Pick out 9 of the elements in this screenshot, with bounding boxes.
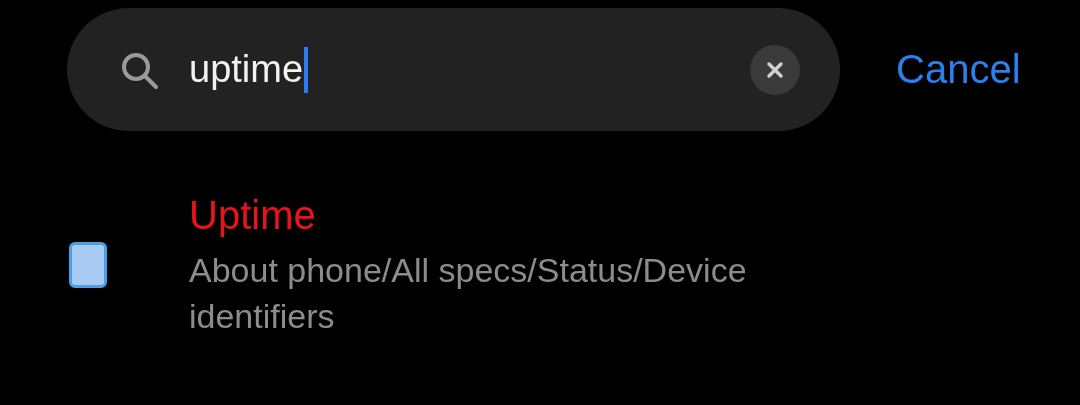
cancel-button[interactable]: Cancel [896,47,1021,92]
phone-icon [69,242,107,288]
text-cursor [304,46,309,93]
result-path: About phone/All specs/Status/Device identifiers [189,250,748,337]
clear-button[interactable] [750,44,800,95]
result-title[interactable]: Uptime [189,191,879,239]
search-text: uptime [189,48,304,91]
search-field[interactable]: uptime [67,8,840,131]
close-icon [766,60,784,79]
